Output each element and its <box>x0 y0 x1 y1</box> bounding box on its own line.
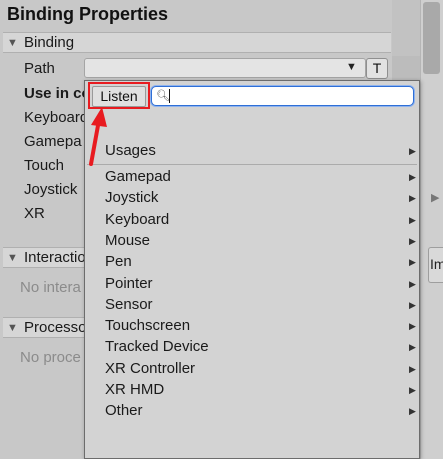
chevron-right-icon: ▶ <box>409 172 416 182</box>
menu-divider <box>87 164 417 165</box>
panel-title: Binding Properties <box>7 4 169 24</box>
chevron-right-icon: ▶ <box>409 193 416 203</box>
chevron-right-icon: ▶ <box>409 215 416 225</box>
side-tab-label: Im <box>430 256 443 272</box>
chevron-right-icon: ▶ <box>431 192 440 204</box>
menu-item-usages[interactable]: Usages <box>105 142 156 159</box>
menu-item-keyboard[interactable]: Keyboard <box>105 211 169 228</box>
chevron-right-icon: ▶ <box>409 364 416 374</box>
scheme-keyboard-label: Keyboard <box>24 109 89 126</box>
dropdown-arrow-icon[interactable]: ▼ <box>346 61 357 73</box>
binding-section-label: Binding <box>24 34 75 51</box>
menu-item-pen[interactable]: Pen <box>105 253 132 270</box>
path-dropdown[interactable] <box>84 58 366 78</box>
menu-item-pointer[interactable]: Pointer <box>105 275 153 292</box>
chevron-right-icon: ▶ <box>409 342 416 352</box>
scheme-joystick-label: Joystick <box>24 181 78 198</box>
search-icon: 🔍︎ <box>156 90 170 102</box>
no-interactions-text: No intera <box>20 279 81 296</box>
search-input[interactable] <box>151 86 414 106</box>
chevron-right-icon: ▶ <box>409 321 416 331</box>
text-mode-button[interactable]: T <box>366 58 388 79</box>
text-caret <box>169 89 170 103</box>
no-processors-text: No proce <box>20 349 81 366</box>
interactions-section-label: Interactio <box>24 249 86 266</box>
chevron-right-icon: ▶ <box>409 146 416 156</box>
triangle-down-icon[interactable]: ▼ <box>7 252 18 264</box>
right-panel-header <box>392 0 420 56</box>
path-label: Path <box>24 60 55 77</box>
scrollbar-thumb[interactable] <box>423 2 440 74</box>
menu-item-other[interactable]: Other <box>105 402 143 419</box>
chevron-right-icon: ▶ <box>409 300 416 310</box>
triangle-down-icon[interactable]: ▼ <box>7 37 18 49</box>
menu-item-tracked-device[interactable]: Tracked Device <box>105 338 209 355</box>
menu-item-sensor[interactable]: Sensor <box>105 296 153 313</box>
annotation-arrow-icon <box>89 107 107 166</box>
chevron-right-icon: ▶ <box>409 406 416 416</box>
chevron-right-icon: ▶ <box>409 279 416 289</box>
chevron-right-icon: ▶ <box>409 257 416 267</box>
triangle-down-icon[interactable]: ▼ <box>7 322 18 334</box>
scheme-xr-label: XR <box>24 205 45 222</box>
chevron-right-icon: ▶ <box>409 236 416 246</box>
scheme-touch-label: Touch <box>24 157 65 174</box>
menu-item-gamepad[interactable]: Gamepad <box>105 168 171 185</box>
scheme-gamepad-label: Gamepa <box>24 133 82 150</box>
menu-item-joystick[interactable]: Joystick <box>105 189 158 206</box>
chevron-right-icon: ▶ <box>409 385 416 395</box>
processors-section-label: Processo <box>24 319 87 336</box>
menu-item-xr-controller[interactable]: XR Controller <box>105 360 195 377</box>
menu-item-touchscreen[interactable]: Touchscreen <box>105 317 190 334</box>
menu-item-mouse[interactable]: Mouse <box>105 232 150 249</box>
menu-item-xr-hmd[interactable]: XR HMD <box>105 381 164 398</box>
